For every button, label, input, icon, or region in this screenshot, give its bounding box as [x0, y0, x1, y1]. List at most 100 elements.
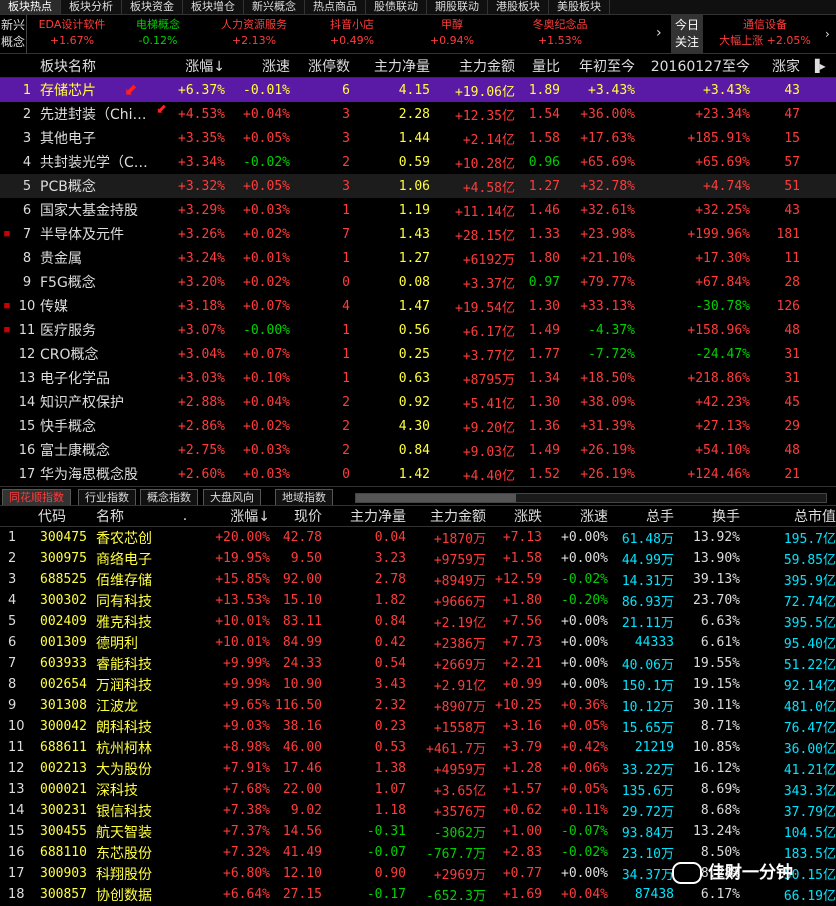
- index-tab-2[interactable]: 概念指数: [140, 489, 198, 505]
- scrollbar-thumb[interactable]: [356, 494, 516, 502]
- ticker-item-value: +1.67%: [49, 34, 95, 47]
- row-padding: [800, 438, 836, 462]
- volume-ratio-cell: 1.89: [528, 82, 560, 98]
- table-row[interactable]: 6 国家大基金持股 +3.29% +0.03% 1 1.19 +11.14亿 1.46 +32.…: [0, 198, 836, 222]
- table-row[interactable]: 6 001309 德明利 +10.01% 84.99 0.42 +2386万 +7.73 +0.…: [0, 632, 836, 653]
- table-row[interactable]: 15 快手概念 +2.86% +0.02% 2 4.30 +9.20亿 1.36 +31.39%…: [0, 414, 836, 438]
- diff-cell: +0.77: [502, 866, 542, 881]
- header-change[interactable]: 涨幅↓: [194, 505, 270, 527]
- header-main-amount[interactable]: 主力金额: [430, 54, 515, 78]
- table-row[interactable]: 13 000021 深科技 +7.68% 22.00 1.07 +3.65亿 +1.57 +0.…: [0, 779, 836, 800]
- stock-code: 002213: [40, 761, 87, 776]
- header-up-count[interactable]: 涨家: [750, 54, 800, 78]
- table-row[interactable]: 4 共封装光学（C… +3.34% -0.02% 2 0.59 +10.28亿 0.96 +65…: [0, 150, 836, 174]
- header-sector-name[interactable]: 板块名称: [40, 54, 170, 78]
- ticker-item[interactable]: 甲醇 +0.94%: [406, 17, 498, 49]
- table-row[interactable]: 17 华为海思概念股 +2.60% +0.03% 0 1.42 +4.40亿 1.52 +26.…: [0, 462, 836, 486]
- table-row[interactable]: 2 300975 商络电子 +19.95% 9.50 3.23 +9759万 +1.58 +0.…: [0, 548, 836, 569]
- price-cell: 12.10: [282, 866, 322, 881]
- table-row[interactable]: 14 知识产权保护 +2.88% +0.04% 2 0.92 +5.41亿 1.30 +38.0…: [0, 390, 836, 414]
- top-tab-9[interactable]: 美股板块: [549, 0, 610, 14]
- top-tab-5[interactable]: 热点商品: [305, 0, 366, 14]
- table-row[interactable]: 3 688525 佰维存储 +15.85% 92.00 2.78 +8949万 +12.59 -…: [0, 569, 836, 590]
- table-row[interactable]: 15 300455 航天智装 +7.37% 14.56 -0.31 -3062万 +1.00 -…: [0, 821, 836, 842]
- speed-cell: +0.00%: [561, 551, 608, 566]
- up-count-cell: 31: [784, 370, 800, 386]
- header-volume-ratio[interactable]: 量比: [515, 54, 560, 78]
- top-tab-1[interactable]: 板块分析: [61, 0, 122, 14]
- table-row[interactable]: ■ 7 半导体及元件 +3.26% +0.02% 7 1.43 +28.15亿 1.33 +23.…: [0, 222, 836, 246]
- index-tab-3[interactable]: 大盘风向: [203, 489, 261, 505]
- row-padding: [800, 102, 836, 126]
- header-limit-up[interactable]: 涨停数: [290, 54, 350, 78]
- table-row[interactable]: 8 002654 万润科技 +9.99% 10.90 3.43 +2.91亿 +0.99 +0.…: [0, 674, 836, 695]
- header-price[interactable]: 现价: [270, 505, 322, 527]
- ticker-item[interactable]: EDA设计软件 +1.67%: [26, 17, 118, 49]
- header-speed[interactable]: 涨速: [542, 505, 608, 527]
- table-row[interactable]: 5 002409 雅克科技 +10.01% 83.11 0.84 +2.19亿 +7.56 +0…: [0, 611, 836, 632]
- ticker-item[interactable]: 抖音小店 +0.49%: [306, 17, 398, 49]
- ticker-item[interactable]: 人力资源服务 +2.13%: [208, 17, 300, 49]
- today-focus-button[interactable]: 今日 关注: [671, 15, 703, 55]
- table-row[interactable]: 14 300231 银信科技 +7.38% 9.02 1.18 +3576万 +0.62 +0.…: [0, 800, 836, 821]
- ticker-next-arrow-icon[interactable]: ›: [656, 25, 662, 41]
- row-index: 10: [18, 298, 36, 314]
- header-market-cap[interactable]: 总市值: [740, 505, 836, 527]
- top-tab-8[interactable]: 港股板块: [488, 0, 549, 14]
- table-row[interactable]: 8 贵金属 +3.24% +0.01% 1 1.27 +6192万 1.80 +21.10% +1…: [0, 246, 836, 270]
- table-row[interactable]: 4 300302 同有科技 +13.53% 15.10 1.82 +9666万 +1.80 -0…: [0, 590, 836, 611]
- ticker-item[interactable]: 冬奥纪念品 +1.53%: [514, 17, 606, 49]
- horizontal-scrollbar[interactable]: [355, 493, 827, 503]
- index-tab-0[interactable]: 同花顺指数: [2, 489, 71, 505]
- change-cell: +9.99%: [223, 656, 270, 671]
- ticker-item[interactable]: 电梯概念 -0.12%: [112, 17, 204, 49]
- header-change[interactable]: 涨幅↓: [170, 54, 225, 78]
- table-row[interactable]: 2 先进封装（Chi… +4.53% +0.04% 3 2.28 +12.35亿 1.54 +3…: [0, 102, 836, 126]
- header-main-net[interactable]: 主力净量: [350, 54, 430, 78]
- header-since-date[interactable]: 20160127至今: [635, 54, 750, 78]
- table-row[interactable]: 12 CRO概念 +3.04% +0.07% 1 0.25 +3.77亿 1.77 -7.72%…: [0, 342, 836, 366]
- top-tab-2[interactable]: 板块资金: [122, 0, 183, 14]
- top-tab-3[interactable]: 板块增仓: [183, 0, 244, 14]
- table-row[interactable]: 16 富士康概念 +2.75% +0.03% 2 0.84 +9.03亿 1.49 +26.19…: [0, 438, 836, 462]
- table-row[interactable]: 3 其他电子 +3.35% +0.05% 3 1.44 +2.14亿 1.58 +17.63% +…: [0, 126, 836, 150]
- table-row[interactable]: ■ 10 传媒 +3.18% +0.07% 4 1.47 +19.54亿 1.30 +33.13%…: [0, 294, 836, 318]
- header-code[interactable]: 代码: [38, 505, 96, 527]
- volume-ratio-cell: 1.54: [528, 106, 560, 122]
- header-total-volume[interactable]: 总手: [608, 505, 674, 527]
- speed-cell: -0.20%: [561, 593, 608, 608]
- scroll-right-icon[interactable]: ▐▸: [810, 59, 825, 73]
- table-row[interactable]: 1 300475 香农芯创 +20.00% 42.78 0.04 +1870万 +7.13 +0…: [0, 527, 836, 549]
- header-name[interactable]: 名称: [96, 505, 176, 527]
- table-row[interactable]: 18 300857 协创数据 +6.64% 27.15 -0.17 -652.3万 +1.69…: [0, 884, 836, 905]
- header-turnover[interactable]: 换手: [674, 505, 740, 527]
- table-row[interactable]: 11 688611 杭州柯林 +8.98% 46.00 0.53 +461.7万 +3.79 +…: [0, 737, 836, 758]
- index-tab-1[interactable]: 行业指数: [78, 489, 136, 505]
- table-row[interactable]: 13 电子化学品 +3.03% +0.10% 1 0.63 +8795万 1.34 +18.50…: [0, 366, 836, 390]
- table-row[interactable]: 10 300042 朗科科技 +9.03% 38.16 0.23 +1558万 +3.16 +0…: [0, 716, 836, 737]
- ytd-cell: +33.13%: [580, 298, 635, 314]
- top-tab-0[interactable]: 板块热点: [0, 0, 61, 14]
- table-row[interactable]: 9 301308 江波龙 +9.65% 116.50 2.32 +8907万 +10.25 +0…: [0, 695, 836, 716]
- header-speed[interactable]: 涨速: [225, 54, 290, 78]
- index-tab-4[interactable]: 地域指数: [275, 489, 333, 505]
- ticker-category-label[interactable]: 新兴 概念: [0, 15, 27, 55]
- top-tab-7[interactable]: 期股联动: [427, 0, 488, 14]
- ticker-focus-item[interactable]: 通信设备 大幅上涨 +2.05%: [710, 17, 820, 49]
- header-ytd[interactable]: 年初至今: [560, 54, 635, 78]
- header-diff[interactable]: 涨跌: [486, 505, 542, 527]
- dot-spacer: [176, 674, 194, 695]
- table-row[interactable]: 12 002213 大为股份 +7.91% 17.46 1.38 +4959万 +1.28 +0…: [0, 758, 836, 779]
- header-main-net[interactable]: 主力净量: [322, 505, 406, 527]
- table-row[interactable]: ■ 11 医疗服务 +3.07% -0.00% 1 0.56 +6.17亿 1.49 -4.37%…: [0, 318, 836, 342]
- speed-cell: +0.06%: [561, 761, 608, 776]
- ticker-more-arrow-icon[interactable]: ›: [825, 27, 830, 41]
- table-row[interactable]: 7 603933 睿能科技 +9.99% 24.33 0.54 +2669万 +2.21 +0.…: [0, 653, 836, 674]
- top-tab-6[interactable]: 股债联动: [366, 0, 427, 14]
- table-row[interactable]: 5 PCB概念 +3.32% +0.05% 3 1.06 +4.58亿 1.27 +32.78%…: [0, 174, 836, 198]
- table-row[interactable]: 9 F5G概念 +3.20% +0.02% 0 0.08 +3.37亿 0.97 +79.77%…: [0, 270, 836, 294]
- header-scroll-btn[interactable]: ▐▸: [800, 54, 836, 78]
- top-tab-4[interactable]: 新兴概念: [244, 0, 305, 14]
- header-main-amount[interactable]: 主力金额: [406, 505, 486, 527]
- stock-name: 杭州柯林: [96, 740, 152, 757]
